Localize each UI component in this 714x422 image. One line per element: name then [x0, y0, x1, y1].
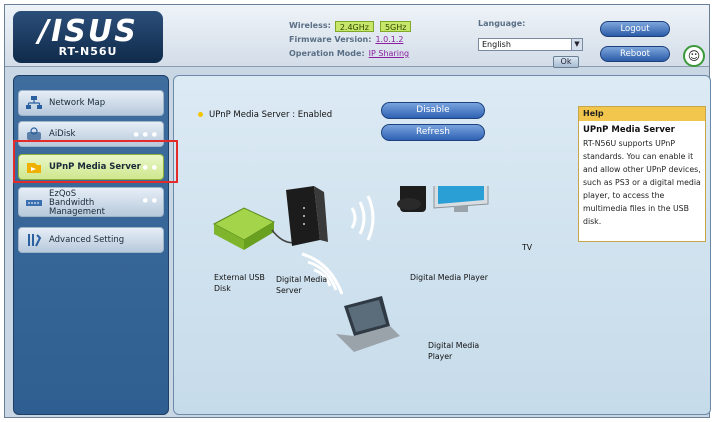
- device-info: Wireless: 2.4GHz 5GHz Firmware Version: …: [289, 19, 417, 61]
- language-label: Language:: [478, 19, 526, 28]
- reboot-button[interactable]: Reboot: [600, 46, 670, 62]
- main-content-panel: UPnP Media Server : Enabled Disable Refr…: [173, 75, 711, 415]
- avatar: ☺: [683, 45, 705, 67]
- sidebar-item-label: Network Map: [49, 98, 106, 108]
- logout-button[interactable]: Logout: [600, 21, 670, 37]
- status-bullet-icon: [198, 112, 203, 117]
- tools-icon: [28, 234, 42, 247]
- laptop-icon: [336, 296, 400, 352]
- status-text: UPnP Media Server : Enabled: [209, 110, 333, 120]
- laptop-player-caption: Digital Media Player: [428, 341, 480, 361]
- wireless-label: Wireless:: [289, 21, 331, 30]
- help-title: UPnP Media Server: [583, 125, 675, 135]
- tv-icon: [433, 186, 489, 212]
- game-console-icon: [397, 186, 426, 212]
- language-ok-button[interactable]: Ok: [553, 56, 579, 68]
- firmware-link[interactable]: 1.0.1.2: [375, 33, 403, 47]
- band-5-badge: 5GHz: [379, 20, 412, 32]
- media-player-caption: Digital Media Player: [410, 273, 488, 282]
- sidebar-item-advanced-setting[interactable]: Advanced Setting: [18, 227, 164, 253]
- opmode-link[interactable]: IP Sharing: [369, 47, 409, 61]
- help-header: Help: [579, 107, 705, 121]
- opmode-label: Operation Mode:: [289, 49, 365, 58]
- media-server-status: UPnP Media Server : Enabled: [198, 110, 332, 120]
- qos-icon: [26, 200, 42, 206]
- model-name: RT-N56U: [58, 45, 118, 58]
- tv-caption: TV: [522, 243, 533, 252]
- disable-button[interactable]: Disable: [381, 102, 485, 119]
- help-body: RT-N56U supports UPnP standards. You can…: [583, 139, 701, 226]
- chevron-down-icon[interactable]: ▼: [571, 39, 582, 50]
- media-server-caption: Digital Media Server: [276, 275, 328, 295]
- indicator-dots: ● ●: [142, 197, 158, 204]
- firmware-label: Firmware Version:: [289, 35, 372, 44]
- selected-menu-highlight: [13, 140, 178, 183]
- router-icon: [286, 186, 328, 246]
- sidebar-item-label: Advanced Setting: [49, 235, 125, 245]
- language-value: English: [482, 40, 511, 49]
- refresh-button[interactable]: Refresh: [381, 124, 485, 141]
- brand-logo-text: /ISUS: [38, 14, 138, 49]
- router-admin-window: /ISUS RT-N56U Wireless: 2.4GHz 5GHz Firm…: [4, 4, 711, 418]
- indicator-dots: ● ● ●: [133, 131, 158, 138]
- usb-disk-icon: [212, 207, 300, 250]
- asus-logo: /ISUS RT-N56U: [13, 11, 163, 63]
- help-panel: Help UPnP Media Server RT-N56U supports …: [578, 106, 706, 242]
- usb-disk-caption: External USB Disk: [214, 273, 265, 293]
- language-select[interactable]: English ▼: [478, 38, 583, 51]
- header-bar: /ISUS RT-N56U Wireless: 2.4GHz 5GHz Firm…: [5, 5, 709, 68]
- sidebar-item-ezqos[interactable]: EzQoS Bandwidth Management ● ●: [18, 187, 164, 217]
- sidebar: Network Map AiDisk ● ● ● UPnP Media Serv…: [13, 75, 169, 415]
- network-map-icon: [26, 96, 42, 109]
- band-24-badge: 2.4GHz: [334, 20, 374, 32]
- sidebar-item-label: EzQoS Bandwidth Management: [49, 189, 105, 217]
- wireless-waves-icon: [350, 195, 375, 241]
- sidebar-item-network-map[interactable]: Network Map: [18, 90, 164, 116]
